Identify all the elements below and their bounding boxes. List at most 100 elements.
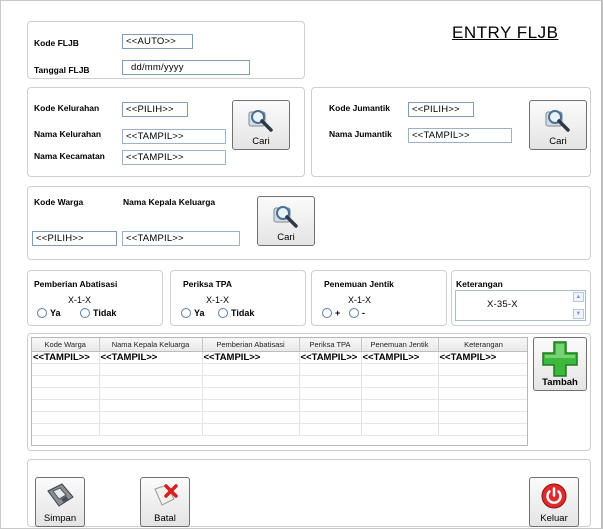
header-panel: Kode FLJB <<AUTO>> Tanggal FLJB dd/mm/yy… [27,21,305,79]
grid-cell: <<TAMPIL>> [299,351,362,364]
jentik-minus-radio[interactable]: - [349,308,365,318]
floppy-disk-icon [47,483,74,507]
warga-panel: Kode Warga Nama Kepala Keluarga <<PILIH>… [27,186,591,260]
magnifier-icon [545,110,570,132]
column-header[interactable]: Pemberian Abatisasi [202,338,300,352]
grid-header-row: Kode Warga Nama Kepala Keluarga Pemberia… [32,338,527,352]
tpa-tidak-label: Tidak [231,308,255,318]
magnifier-icon [248,110,273,132]
table-row[interactable] [32,411,527,424]
kode-kelurahan-label: Kode Kelurahan [34,103,100,113]
grid-cell: <<TAMPIL>> [99,351,203,364]
scroll-up-arrow[interactable]: ▲ [573,292,584,302]
abatisasi-ya-label: Ya [50,308,61,318]
power-icon [541,483,567,509]
magnifier-icon [273,206,298,228]
radio-icon [181,308,191,318]
abatisasi-tidak-radio[interactable]: Tidak [80,308,116,318]
table-row[interactable] [32,423,527,436]
tpa-value: X-1-X [206,295,230,305]
column-header[interactable]: Keterangan [438,338,527,352]
scroll-down-arrow[interactable]: ▼ [573,309,584,319]
keterangan-panel: Keterangan X-35-X ▲ ▼ [451,270,591,326]
kode-kelurahan-field[interactable]: <<PILIH>> [122,102,188,117]
batal-button[interactable]: Batal [140,477,190,527]
column-header[interactable]: Nama Kepala Keluarga [99,338,203,352]
jentik-plus-label: + [335,308,341,318]
tanggal-fljb-field[interactable]: dd/mm/yyyy [122,60,250,75]
jentik-label: Penemuan Jentik [324,279,394,289]
table-row[interactable]: <<TAMPIL>> <<TAMPIL>> <<TAMPIL>> <<TAMPI… [32,351,527,364]
column-header[interactable]: Kode Warga [32,338,100,352]
kode-fljb-label: Kode FLJB [34,38,79,48]
red-x-document-icon [154,484,178,506]
abatisasi-value: X-1-X [68,295,92,305]
jentik-value: X-1-X [348,295,372,305]
grid-cell: <<TAMPIL>> [361,351,439,364]
green-plus-icon [542,341,578,377]
data-grid[interactable]: Kode Warga Nama Kepala Keluarga Pemberia… [31,337,528,446]
tpa-ya-label: Ya [194,308,205,318]
tambah-button[interactable]: Tambah [533,337,587,391]
page-title: ENTRY FLJB [452,23,559,42]
abatisasi-panel: Pemberian Abatisasi X-1-X Ya Tidak [27,270,163,326]
jentik-panel: Penemuan Jentik X-1-X + - [311,270,447,326]
nama-kelurahan-label: Nama Kelurahan [34,129,102,139]
radio-icon [37,308,47,318]
kode-jumantik-field[interactable]: <<PILIH>> [408,102,474,117]
jentik-minus-label: - [362,308,365,318]
tpa-panel: Periksa TPA X-1-X Ya Tidak [170,270,306,326]
nama-kecamatan-field[interactable]: <<TAMPIL>> [122,150,226,165]
abatisasi-label: Pemberian Abatisasi [34,279,118,289]
nama-kepala-keluarga-label: Nama Kepala Keluarga [123,197,216,207]
batal-label: Batal [154,513,176,524]
kelurahan-panel: Kode Kelurahan <<PILIH>> Nama Kelurahan … [27,87,305,177]
kode-fljb-field[interactable]: <<AUTO>> [122,34,193,49]
column-header[interactable]: Penemuan Jentik [361,338,439,352]
nama-jumantik-label: Nama Jumantik [329,129,392,139]
keterangan-label: Keterangan [456,279,503,289]
simpan-button[interactable]: Simpan [35,477,85,527]
table-row[interactable] [32,375,527,388]
grid-cell: <<TAMPIL>> [438,351,527,364]
grid-cell: <<TAMPIL>> [32,351,100,364]
cari-jumantik-button[interactable]: Cari [529,100,587,150]
keluar-button[interactable]: Keluar [529,477,579,527]
grid-cell: <<TAMPIL>> [202,351,300,364]
jumantik-panel: Kode Jumantik <<PILIH>> Nama Jumantik <<… [311,87,591,177]
radio-icon [80,308,90,318]
cari-warga-label: Cari [277,232,295,243]
jentik-plus-radio[interactable]: + [322,308,340,318]
table-row[interactable] [32,387,527,400]
radio-icon [322,308,332,318]
cari-kelurahan-label: Cari [252,136,270,147]
grid-panel: Kode Warga Nama Kepala Keluarga Pemberia… [27,333,591,451]
kode-warga-field[interactable]: <<PILIH>> [32,231,117,246]
keluar-label: Keluar [540,513,568,524]
abatisasi-tidak-label: Tidak [93,308,117,318]
radio-icon [218,308,228,318]
simpan-label: Simpan [43,513,77,524]
nama-kecamatan-label: Nama Kecamatan [34,151,105,161]
nama-kepala-keluarga-field[interactable]: <<TAMPIL>> [122,231,240,246]
action-panel: Simpan Batal Keluar [27,459,591,527]
keterangan-value: X-35-X [487,299,518,310]
kode-warga-label: Kode Warga [34,197,84,207]
nama-jumantik-field[interactable]: <<TAMPIL>> [408,128,512,143]
cari-jumantik-label: Cari [549,136,567,147]
tpa-ya-radio[interactable]: Ya [181,308,205,318]
cari-kelurahan-button[interactable]: Cari [232,100,290,150]
keterangan-field[interactable]: X-35-X ▲ ▼ [455,290,586,321]
tanggal-fljb-label: Tanggal FLJB [34,65,90,75]
kode-jumantik-label: Kode Jumantik [329,103,390,113]
tpa-label: Periksa TPA [183,279,232,289]
radio-icon [349,308,359,318]
abatisasi-ya-radio[interactable]: Ya [37,308,61,318]
nama-kelurahan-field[interactable]: <<TAMPIL>> [122,129,226,144]
table-row[interactable] [32,399,527,412]
table-row[interactable] [32,363,527,376]
column-header[interactable]: Periksa TPA [299,338,362,352]
tpa-tidak-radio[interactable]: Tidak [218,308,254,318]
tambah-label: Tambah [542,377,578,388]
cari-warga-button[interactable]: Cari [257,196,315,246]
